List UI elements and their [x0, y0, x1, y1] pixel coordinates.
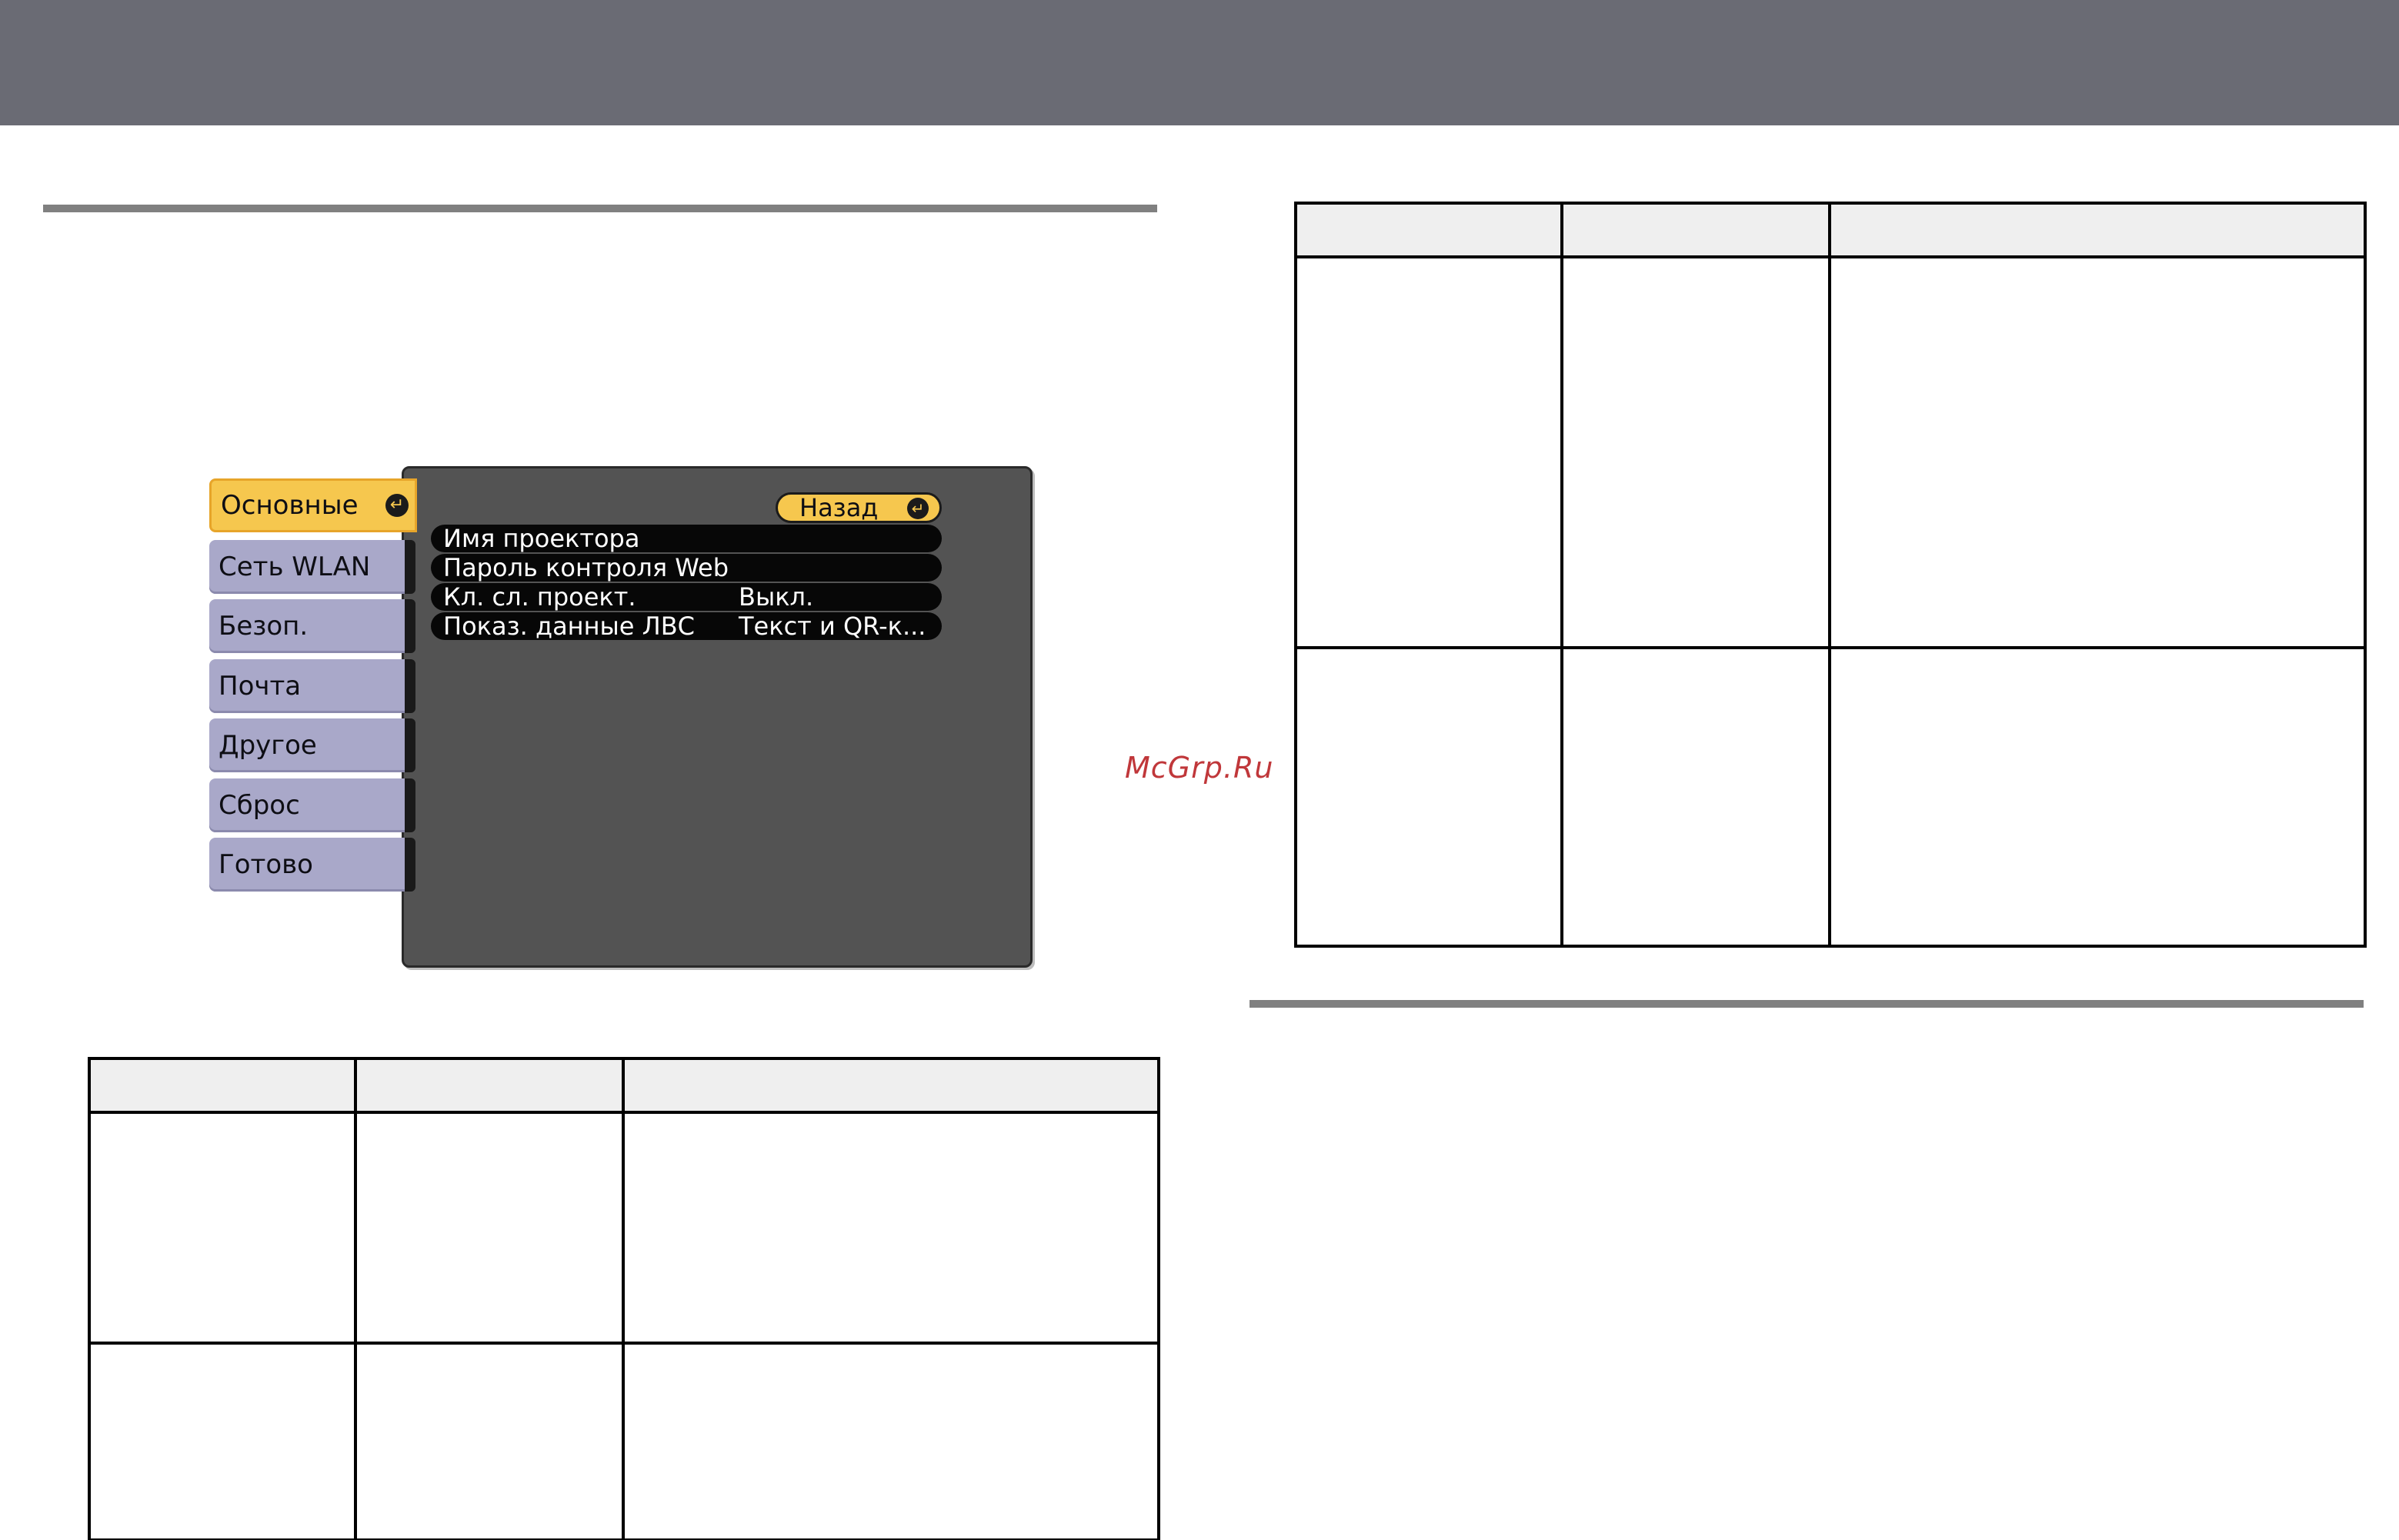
- tab-label: Сеть WLAN: [219, 552, 371, 582]
- section-rule-left: [43, 205, 1157, 212]
- tab-edge: [405, 540, 415, 594]
- table-cell: [354, 1342, 625, 1540]
- tab-wlan[interactable]: Сеть WLAN: [209, 540, 408, 594]
- table-cell: [622, 1111, 1160, 1345]
- tab-label: Основные: [221, 490, 359, 521]
- table-cell: [1828, 646, 2367, 948]
- settings-table-left: [88, 1057, 1160, 1540]
- table-row: [1294, 646, 2367, 948]
- tab-mail[interactable]: Почта: [209, 659, 408, 713]
- tab-label: Почта: [219, 671, 302, 702]
- tab-reset[interactable]: Сброс: [209, 778, 408, 832]
- table-cell: [1560, 255, 1831, 649]
- enter-icon: ↵: [385, 494, 409, 517]
- table-header-cell: [88, 1057, 357, 1114]
- page: McGrp.Ru Основные ↵ Сеть WLAN Безоп. Поч…: [0, 0, 2399, 1540]
- watermark: McGrp.Ru: [1125, 751, 1274, 785]
- tab-security[interactable]: Безоп.: [209, 599, 408, 653]
- table-row: [88, 1342, 1160, 1540]
- menu-item-label: Имя проектора: [443, 524, 640, 553]
- table-cell: [354, 1111, 625, 1345]
- tab-basic[interactable]: Основные ↵: [209, 478, 417, 532]
- table-header-cell: [1560, 202, 1831, 258]
- tab-edge: [405, 599, 415, 653]
- menu-item-label: Кл. сл. проект.: [443, 582, 636, 612]
- tab-label: Безоп.: [219, 611, 309, 642]
- tab-edge: [405, 718, 415, 772]
- table-header-cell: [1294, 202, 1563, 258]
- tab-label: Готово: [219, 849, 313, 880]
- tab-label: Сброс: [219, 790, 300, 821]
- table-row: [1294, 255, 2367, 649]
- table-cell: [1294, 255, 1563, 649]
- settings-table-right: [1294, 202, 2367, 948]
- back-label: Назад: [799, 493, 879, 522]
- enter-icon: ↵: [907, 498, 929, 519]
- tab-other[interactable]: Другое: [209, 718, 408, 772]
- table-header-cell: [1828, 202, 2367, 258]
- table-row: [88, 1111, 1160, 1345]
- menu-item-label: Показ. данные ЛВС: [443, 612, 695, 641]
- menu-item-label: Пароль контроля Web: [443, 553, 729, 582]
- menu-item-lan-info[interactable]: Показ. данные ЛВС Текст и QR-к...: [431, 612, 942, 640]
- tab-edge: [405, 838, 415, 892]
- table-cell: [88, 1111, 357, 1345]
- tab-edge: [405, 659, 415, 713]
- header-band: [0, 0, 2399, 125]
- table-cell: [88, 1342, 357, 1540]
- table-header-cell: [354, 1057, 625, 1114]
- table-cell: [1828, 255, 2367, 649]
- table-cell: [1560, 646, 1831, 948]
- table-header-cell: [622, 1057, 1160, 1114]
- table-cell: [1294, 646, 1563, 948]
- back-button[interactable]: Назад ↵: [776, 492, 942, 523]
- menu-item-value: Текст и QR-к...: [739, 612, 926, 641]
- table-cell: [622, 1342, 1160, 1540]
- menu-item-value: Выкл.: [739, 582, 814, 612]
- menu-item-keyword[interactable]: Кл. сл. проект. Выкл.: [431, 583, 942, 611]
- menu-item-web-password[interactable]: Пароль контроля Web: [431, 554, 942, 582]
- tab-edge: [405, 778, 415, 832]
- tab-done[interactable]: Готово: [209, 838, 408, 892]
- section-rule-right: [1250, 1000, 2364, 1008]
- menu-item-projector-name[interactable]: Имя проектора: [431, 525, 942, 552]
- tab-label: Другое: [219, 730, 317, 761]
